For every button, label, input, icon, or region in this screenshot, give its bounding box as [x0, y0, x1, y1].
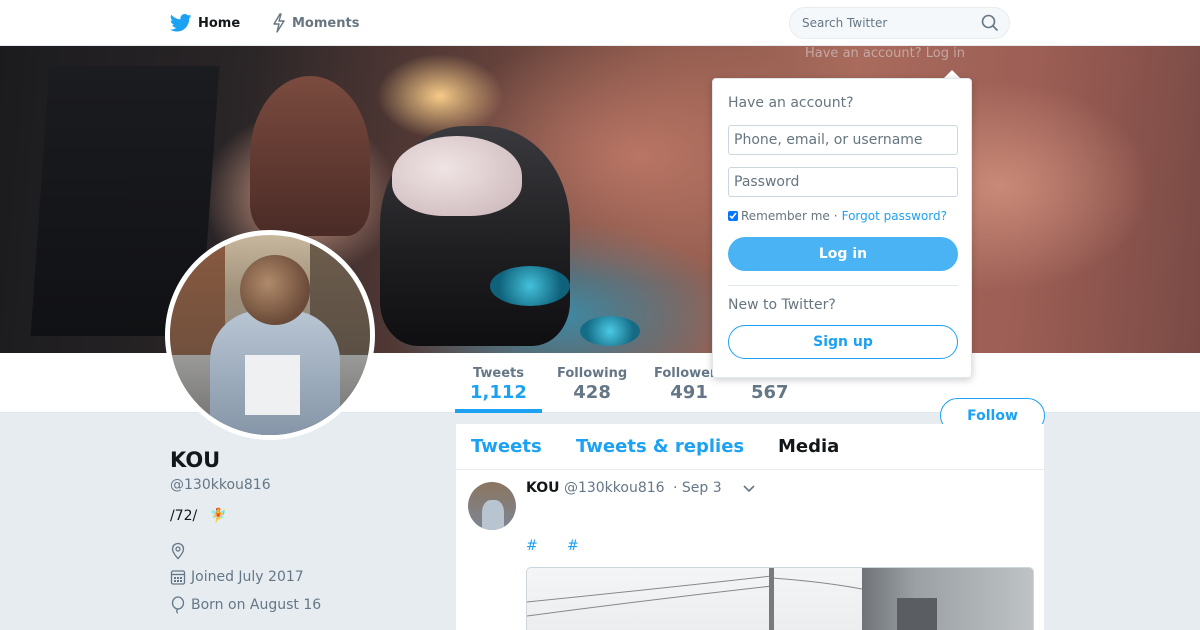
profile-born: Born on August 16	[170, 596, 321, 614]
media-building	[862, 568, 1033, 630]
calendar-icon	[170, 570, 186, 585]
banner-deck	[580, 316, 640, 346]
forgot-password-link[interactable]: Forgot password?	[842, 209, 947, 223]
profile-bio: /72/ 🧚	[170, 508, 227, 524]
tab-tweets-replies[interactable]: Tweets & replies	[576, 436, 744, 457]
stat-label: Following	[557, 366, 628, 381]
tweet-date[interactable]: · Sep 3	[673, 480, 722, 496]
tweet-avatar[interactable]	[468, 482, 516, 530]
avatar[interactable]	[165, 230, 375, 440]
login-dropdown: Have an account? Remember me · Forgot pa…	[712, 78, 972, 378]
lightning-icon	[273, 13, 285, 33]
profile-born-text: Born on August 16	[191, 597, 322, 613]
chevron-down-icon[interactable]	[742, 484, 756, 494]
nav-home[interactable]: Home	[170, 0, 240, 46]
search-input[interactable]	[789, 7, 1010, 39]
stat-value: 491	[670, 382, 708, 403]
timeline: Tweets Tweets & replies Media KOU @130kk…	[456, 424, 1044, 630]
banner-ghost-text: Have an account? Log in	[805, 46, 965, 61]
login-button[interactable]: Log in	[728, 237, 958, 271]
tweet-author-name[interactable]: KOU	[526, 480, 560, 496]
twitter-bird-icon	[170, 14, 192, 32]
profile-name[interactable]: KOU	[170, 448, 220, 472]
media-window	[897, 598, 937, 630]
tweet-hashtag[interactable]: #	[567, 538, 579, 554]
avatar-hair	[240, 255, 310, 325]
media-pole	[769, 568, 774, 630]
signup-button[interactable]: Sign up	[728, 325, 958, 359]
remember-me-row: Remember me · Forgot password?	[728, 209, 947, 223]
profile-bio-text: /72/	[170, 508, 198, 524]
stat-value: 567	[751, 382, 789, 403]
banner-deck	[490, 266, 570, 306]
tweet-header: KOU @130kkou816 · Sep 3	[526, 480, 722, 496]
new-to-twitter-label: New to Twitter?	[728, 297, 836, 313]
nav-moments[interactable]: Moments	[272, 0, 359, 46]
search-icon[interactable]	[981, 14, 999, 32]
password-field[interactable]	[728, 167, 958, 197]
separator-dot: ·	[833, 209, 838, 223]
top-nav: Home Moments	[0, 0, 1200, 46]
tab-media[interactable]: Media	[778, 436, 839, 457]
profile-joined-text: Joined July 2017	[191, 569, 304, 585]
login-divider	[728, 285, 958, 286]
profile-location	[170, 542, 191, 560]
stat-label: Tweets	[472, 366, 524, 381]
avatar-patch	[245, 355, 300, 415]
tweet-author-handle[interactable]: @130kkou816	[564, 480, 665, 496]
banner-dj-left	[250, 76, 370, 236]
timeline-tabs: Tweets Tweets & replies Media	[456, 424, 1044, 470]
tweet-hashtag[interactable]: #	[526, 538, 538, 554]
tweet-media-image[interactable]	[526, 567, 1034, 630]
stat-tweets[interactable]: Tweets 1,112	[470, 366, 527, 403]
remember-me-checkbox[interactable]	[728, 211, 738, 221]
profile-joined: Joined July 2017	[170, 568, 304, 586]
login-question: Have an account?	[728, 95, 854, 111]
profile-handle[interactable]: @130kkou816	[170, 477, 271, 493]
nav-home-label: Home	[198, 15, 241, 31]
banner-cap	[392, 136, 522, 216]
username-field[interactable]	[728, 125, 958, 155]
stat-following[interactable]: Following 428	[557, 366, 627, 403]
stat-value: 1,112	[470, 382, 527, 403]
remember-me-label[interactable]: Remember me	[741, 209, 830, 223]
stat-active-underline	[455, 409, 542, 413]
profile-bio-emoji: 🧚	[209, 508, 228, 524]
tab-tweets[interactable]: Tweets	[471, 436, 542, 457]
stat-value: 428	[573, 382, 611, 403]
nav-moments-label: Moments	[292, 15, 360, 31]
balloon-icon	[171, 596, 185, 614]
location-pin-icon	[171, 542, 185, 560]
